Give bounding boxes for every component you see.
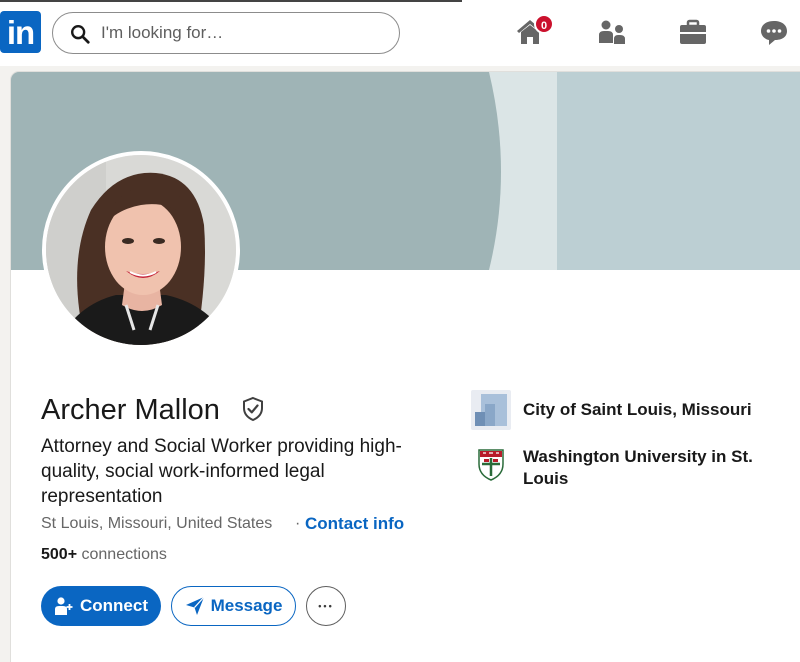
profile-name: Archer Mallon: [41, 394, 220, 426]
current-company[interactable]: City of Saint Louis, Missouri: [471, 390, 763, 430]
add-person-icon: [55, 597, 73, 615]
linkedin-logo[interactable]: in: [0, 11, 41, 53]
notification-badge: 0: [534, 14, 554, 34]
company-name: City of Saint Louis, Missouri: [523, 400, 752, 419]
school-name: Washington University in St. Louis: [523, 447, 753, 488]
contact-info-link[interactable]: Contact info: [305, 514, 404, 534]
search-input[interactable]: [101, 13, 386, 53]
jobs-icon[interactable]: [677, 16, 709, 48]
top-divider: [0, 0, 462, 2]
messaging-icon[interactable]: [758, 16, 790, 48]
profile-headline: Attorney and Social Worker providing hig…: [41, 436, 402, 507]
message-label: Message: [210, 596, 283, 615]
search-icon: [71, 25, 90, 44]
top-nav-bar: in 0: [0, 0, 800, 66]
profile-card: Archer Mallon Attorney and Social Worker…: [11, 72, 800, 662]
send-icon: [185, 596, 205, 615]
connections-number: 500+: [41, 546, 78, 563]
city-logo: [471, 390, 511, 430]
connections-label: connections: [81, 546, 167, 563]
search-bar[interactable]: [52, 12, 400, 54]
profile-location: St Louis, Missouri, United States: [41, 515, 273, 532]
university-shield-logo: [471, 444, 511, 484]
education-school[interactable]: Washington University in St. Louis: [471, 444, 763, 490]
separator-dot: ·: [295, 515, 301, 532]
profile-photo[interactable]: [42, 151, 240, 349]
message-button[interactable]: Message: [171, 586, 296, 626]
connect-button[interactable]: Connect: [41, 586, 161, 626]
more-icon: •••: [318, 601, 334, 611]
more-actions-button[interactable]: •••: [306, 586, 346, 626]
connect-label: Connect: [80, 596, 148, 615]
my-network-icon[interactable]: [596, 16, 628, 48]
connections-count[interactable]: 500+ connections: [41, 546, 167, 564]
verified-shield-icon[interactable]: [241, 396, 265, 422]
